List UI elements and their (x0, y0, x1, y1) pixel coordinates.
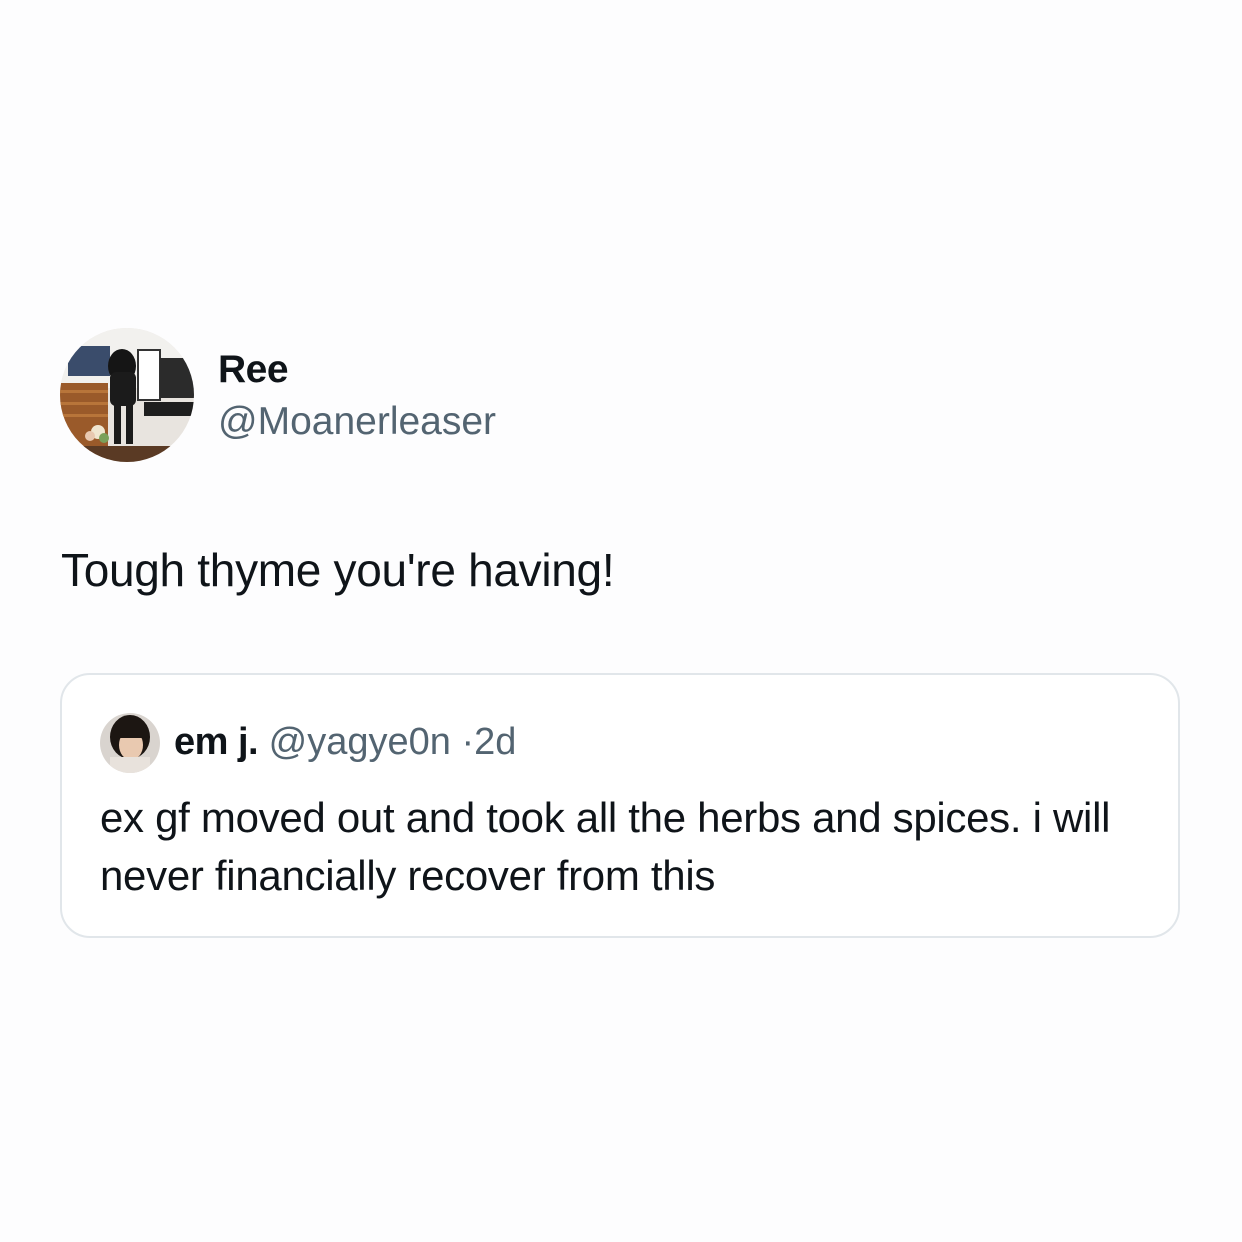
quote-author-display-name[interactable]: em j. (174, 721, 259, 763)
separator-dot: · (461, 721, 475, 763)
tweet: Ree @Moanerleaser Tough thyme you're hav… (0, 0, 1242, 1242)
quote-timestamp[interactable]: 2d (474, 721, 516, 763)
quote-tweet-text: ex gf moved out and took all the herbs a… (100, 794, 1111, 899)
quote-tweet-card[interactable]: em j. @yagye0n ·2d ex gf moved out and t… (60, 673, 1180, 938)
quote-author-handle[interactable]: @yagye0n (269, 721, 451, 763)
tweet-text: Tough thyme you're having! (61, 544, 615, 596)
quote-header: em j. @yagye0n ·2d (174, 719, 516, 765)
profile-photo-icon (100, 713, 160, 773)
author-handle[interactable]: @Moanerleaser (218, 398, 496, 446)
author-avatar[interactable] (60, 328, 194, 462)
quote-author-avatar[interactable] (100, 713, 160, 773)
profile-photo-icon (60, 328, 194, 462)
author-display-name[interactable]: Ree (218, 346, 289, 394)
